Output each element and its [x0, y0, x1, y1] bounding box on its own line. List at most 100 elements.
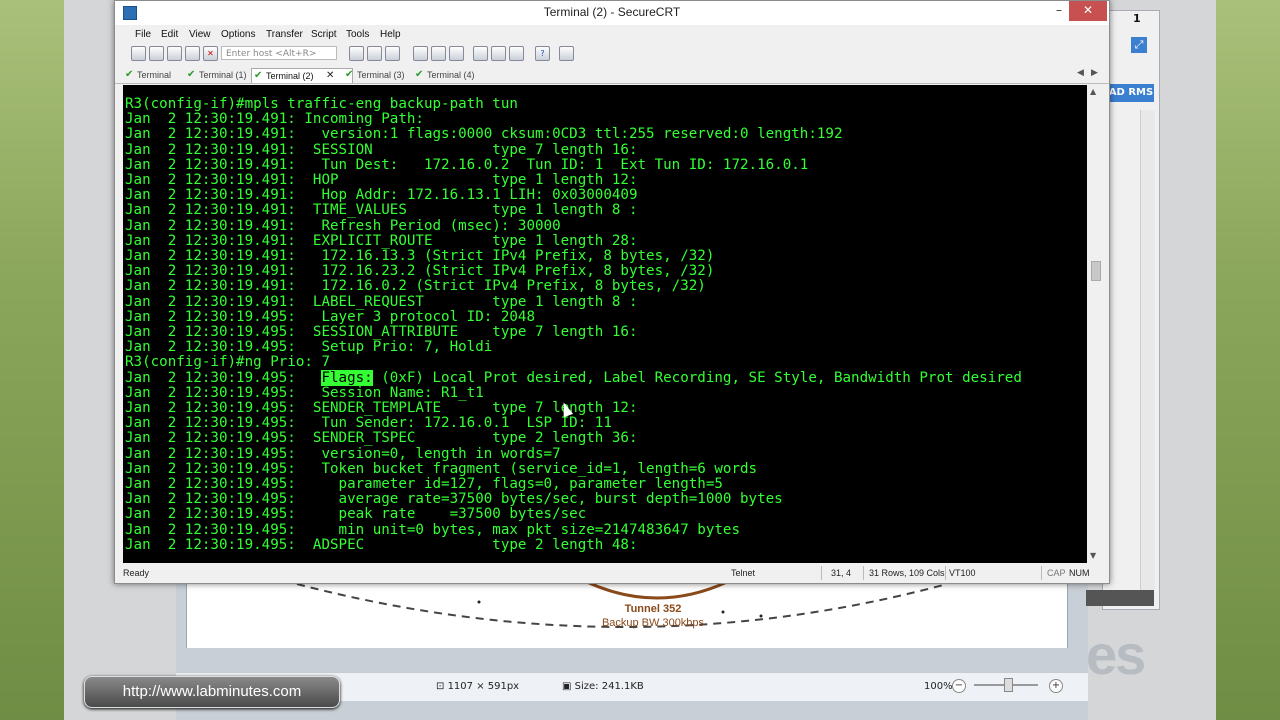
terminal-line: Jan 2 12:30:19.495: SENDER_TSPEC type 2 …	[125, 430, 638, 447]
menu-transfer[interactable]: Transfer	[266, 29, 303, 40]
disconnect-icon[interactable]: ✕	[203, 46, 218, 61]
terminal-line: Jan 2 12:30:19.491: version:1 flags:0000…	[125, 126, 843, 143]
status-terminal-size: 31 Rows, 109 Cols	[869, 568, 945, 578]
copy-icon[interactable]	[349, 46, 364, 61]
terminal-line: Jan 2 12:30:19.495: SESSION_ATTRIBUTE ty…	[125, 324, 638, 341]
side-window-scrollbar[interactable]	[1140, 110, 1155, 590]
desktop-background-right	[1216, 0, 1280, 720]
terminal-line: Jan 2 12:30:19.491: Incoming Path:	[125, 111, 424, 128]
zoom-level: 100%	[924, 681, 953, 692]
menu-options[interactable]: Options	[221, 29, 255, 40]
toolbar: ✕ Enter host <Alt+R> ?	[115, 44, 1109, 64]
status-num-lock: NUM	[1069, 568, 1090, 578]
terminal-line: Jan 2 12:30:19.495: min unit=0 bytes, ma…	[125, 521, 740, 538]
image-file-size: ▣ Size: 241.1KB	[562, 681, 644, 692]
terminal-line: Jan 2 12:30:19.491: 172.16.13.3 (Strict …	[125, 248, 715, 265]
sftp-icon[interactable]	[509, 46, 524, 61]
help-icon[interactable]: ?	[535, 46, 550, 61]
connect-icon[interactable]	[131, 46, 146, 61]
menu-tools[interactable]: Tools	[346, 29, 369, 40]
tab-label: Terminal	[137, 70, 172, 80]
menu-help[interactable]: Help	[380, 29, 401, 40]
terminal-line: Jan 2 12:30:19.491: HOP type 1 length 12…	[125, 172, 638, 189]
maximize-button[interactable]	[1043, 1, 1071, 21]
connected-check-icon: ✔	[345, 69, 354, 80]
terminal-scrollbar[interactable]: ▲ ▼	[1088, 85, 1102, 563]
menu-script[interactable]: Script	[311, 29, 337, 40]
zoom-slider-thumb[interactable]	[1004, 678, 1013, 692]
scrollbar-thumb[interactable]	[1091, 261, 1101, 281]
menu-file[interactable]: File	[135, 29, 151, 40]
terminal-line: Jan 2 12:30:19.495: parameter id=127, fl…	[125, 476, 723, 493]
paste-icon[interactable]	[367, 46, 382, 61]
tab-label: Terminal (4)	[427, 70, 475, 80]
menu-view[interactable]: View	[189, 29, 211, 40]
terminal-line: R3(config-if)#ng Prio: 7	[125, 354, 330, 371]
terminal-line: Jan 2 12:30:19.495: Flags: (0xF) Local P…	[125, 369, 1022, 386]
quick-connect-icon[interactable]	[149, 46, 164, 61]
terminal-view[interactable]: R3(config-if)#mpls traffic-eng backup-pa…	[123, 85, 1087, 563]
terminal-line: Jan 2 12:30:19.495: Tun Sender: 172.16.0…	[125, 415, 612, 432]
session-tab-bar: ✔ Terminal ✔ Terminal (1) ✔ Terminal (2)…	[115, 66, 1109, 84]
tab-terminal-2[interactable]: ✔ Terminal (2) ✕	[251, 68, 353, 83]
global-options-icon[interactable]	[491, 46, 506, 61]
terminal-line: Jan 2 12:30:19.495: version=0, length in…	[125, 445, 561, 462]
tunnel-sublabel: Backup BW 300kbps	[601, 617, 705, 629]
image-dimensions: ⊡ 1107 × 591px	[436, 681, 520, 692]
tab-terminal-1[interactable]: ✔ Terminal (1)	[185, 68, 261, 82]
log-session-icon[interactable]	[449, 46, 464, 61]
terminal-line: Jan 2 12:30:19.491: EXPLICIT_ROUTE type …	[125, 232, 638, 249]
scroll-up-icon[interactable]: ▲	[1090, 87, 1096, 96]
title-bar[interactable]: Terminal (2) - SecureCRT – ✕	[115, 1, 1109, 25]
terminal-line: Jan 2 12:30:19.495: SENDER_TEMPLATE type…	[125, 400, 638, 417]
side-window-footer	[1086, 590, 1154, 606]
expand-icon[interactable]: ⤢	[1131, 37, 1147, 53]
terminal-line: Jan 2 12:30:19.495: ADSPEC type 2 length…	[125, 536, 638, 553]
tab-close-icon[interactable]: ✕	[326, 69, 334, 83]
tab-label: Terminal (1)	[199, 70, 247, 80]
ad-rms-button[interactable]: AD RMS	[1108, 84, 1154, 102]
connected-check-icon: ✔	[415, 69, 424, 80]
menu-edit[interactable]: Edit	[161, 29, 178, 40]
image-viewer-canvas: Tunnel 352 Backup BW 300kbps	[186, 580, 1068, 648]
tab-label: Terminal (2)	[266, 71, 314, 81]
reconnect-icon[interactable]	[185, 46, 200, 61]
terminal-line: Jan 2 12:30:19.491: LABEL_REQUEST type 1…	[125, 293, 638, 310]
zoom-in-button[interactable]: +	[1049, 679, 1063, 693]
tab-terminal-4[interactable]: ✔ Terminal (4)	[413, 68, 489, 82]
connect-tab-icon[interactable]	[167, 46, 182, 61]
terminal-line: Jan 2 12:30:19.495: peak rate =37500 byt…	[125, 506, 587, 523]
tab-scroll-left-icon[interactable]: ◀	[1077, 68, 1084, 78]
terminal-line: Jan 2 12:30:19.495: Session Name: R1_t1	[125, 384, 484, 401]
window-title: Terminal (2) - SecureCRT	[543, 5, 681, 19]
status-ready: Ready	[123, 568, 150, 578]
status-cursor-position: 31, 4	[831, 568, 852, 578]
menu-bar: File Edit View Options Transfer Script T…	[115, 26, 1109, 44]
terminal-line: Jan 2 12:30:19.495: average rate=37500 b…	[125, 491, 783, 508]
print-icon[interactable]	[413, 46, 428, 61]
terminal-line: Jan 2 12:30:19.491: SESSION type 7 lengt…	[125, 141, 638, 158]
print-selection-icon[interactable]	[431, 46, 446, 61]
tab-label: Terminal (3)	[357, 70, 405, 80]
keymap-icon[interactable]	[559, 46, 574, 61]
zoom-out-button[interactable]: −	[952, 679, 966, 693]
tunnel-arc	[586, 580, 728, 600]
close-button[interactable]: ✕	[1069, 1, 1107, 21]
terminal-line: Jan 2 12:30:19.491: Refresh Period (msec…	[125, 217, 561, 234]
securecrt-window: Terminal (2) - SecureCRT – ✕ File Edit V…	[114, 0, 1110, 584]
host-input[interactable]: Enter host <Alt+R>	[221, 46, 337, 60]
tab-terminal-3[interactable]: ✔ Terminal (3)	[343, 68, 419, 82]
labminutes-url-badge: http://www.labminutes.com	[84, 676, 340, 708]
connected-check-icon: ✔	[187, 69, 196, 80]
side-window-badge: 1	[1133, 12, 1141, 25]
terminal-line: Jan 2 12:30:19.491: Tun Dest: 172.16.0.2…	[125, 156, 809, 173]
tab-scroll-right-icon[interactable]: ▶	[1091, 68, 1098, 78]
session-options-icon[interactable]	[473, 46, 488, 61]
scroll-down-icon[interactable]: ▼	[1090, 551, 1096, 560]
status-protocol: Telnet	[731, 568, 756, 578]
find-icon[interactable]	[385, 46, 400, 61]
terminal-line: R3(config-if)#mpls traffic-eng backup-pa…	[125, 96, 518, 112]
highlighted-flags: Flags:	[321, 369, 373, 386]
connected-check-icon: ✔	[125, 69, 134, 80]
terminal-output: R3(config-if)#mpls traffic-eng backup-pa…	[125, 96, 1022, 553]
